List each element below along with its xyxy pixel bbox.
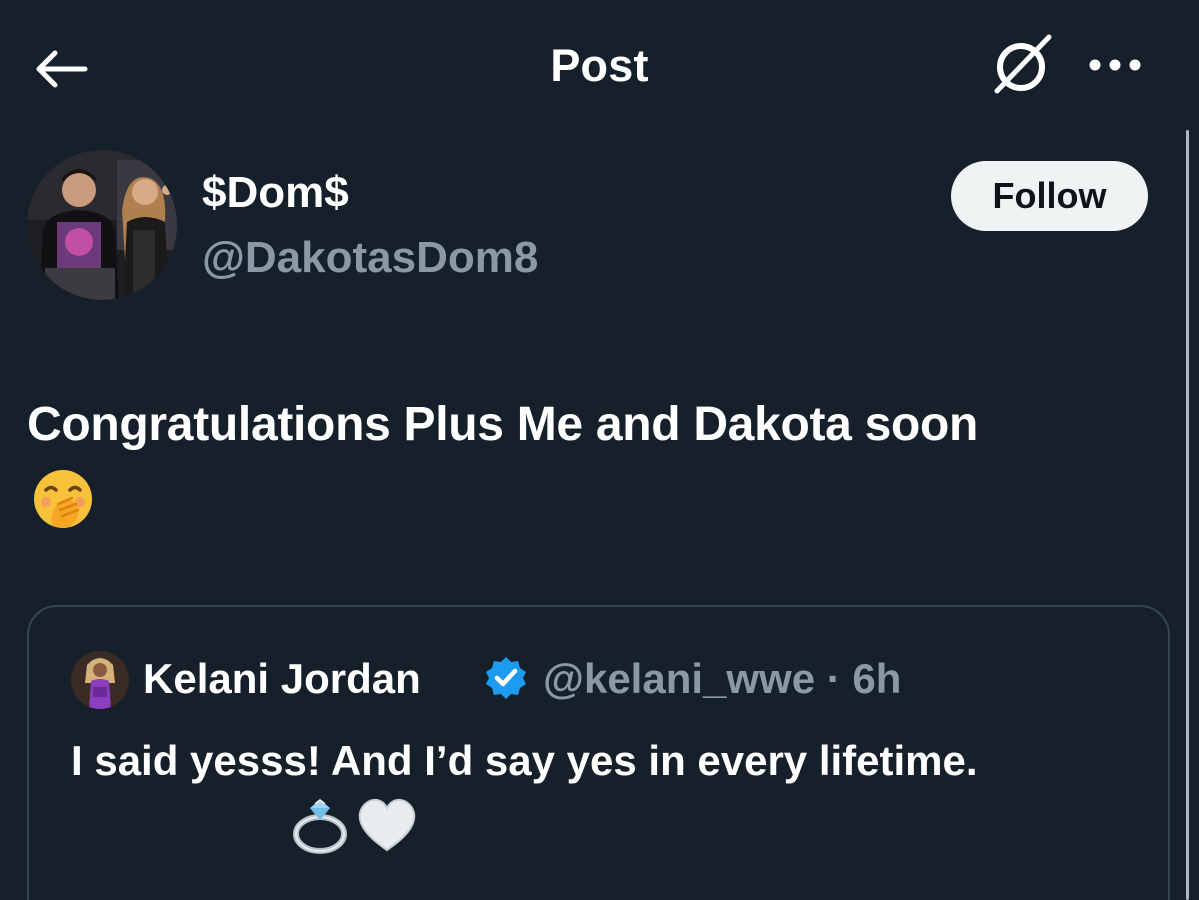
author-display-name[interactable]: $Dom$ [202, 168, 349, 218]
more-horizontal-icon [1089, 59, 1141, 71]
scrollbar[interactable] [1186, 130, 1189, 900]
quoted-post-text: I said yesss! And I’d say yes in every l… [71, 737, 978, 784]
face-with-hand-over-mouth-emoji [34, 470, 92, 528]
verified-badge-icon [486, 657, 526, 699]
quoted-author-name[interactable]: Kelani Jordan [143, 655, 421, 703]
quoted-author-avatar[interactable] [71, 651, 129, 709]
avatar-photo [27, 150, 177, 300]
more-options-button[interactable] [1080, 40, 1150, 90]
post-text: Congratulations Plus Me and Dakota soon [27, 398, 979, 451]
author-handle[interactable]: @DakotasDom8 [202, 233, 538, 283]
white-heart-emoji [358, 798, 416, 852]
top-bar: Post [0, 0, 1199, 130]
ring-emoji [293, 799, 347, 854]
grok-icon [994, 34, 1052, 94]
quoted-avatar-photo [71, 651, 129, 709]
quoted-author-handle-time[interactable]: @kelani_wwe · 6h [543, 655, 901, 703]
post-detail-screen: Post $Dom$ @DakotasDom8 Follow Congratul… [0, 0, 1199, 900]
grok-button[interactable] [986, 32, 1058, 98]
follow-button[interactable]: Follow [951, 161, 1148, 231]
avatar[interactable] [27, 150, 177, 300]
